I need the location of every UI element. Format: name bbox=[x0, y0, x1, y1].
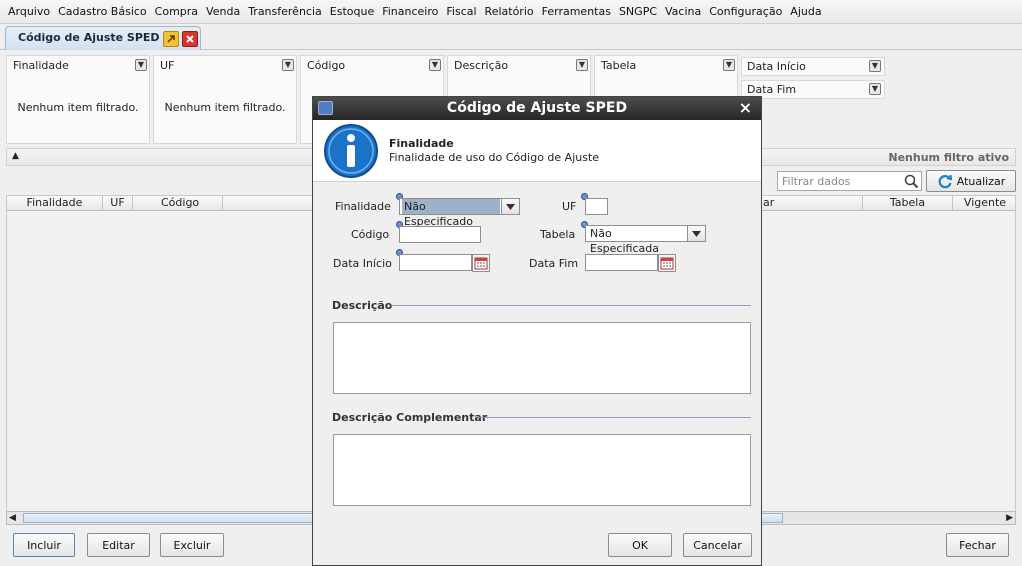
filter-icon[interactable]: ▼ bbox=[282, 59, 294, 71]
descricao-textarea[interactable] bbox=[333, 322, 751, 394]
descricao-section-title: Descrição bbox=[332, 299, 393, 312]
tabela-value: Não Especificada bbox=[590, 227, 659, 255]
menu-bar: Arquivo Cadastro Básico Compra Venda Tra… bbox=[0, 0, 1022, 24]
filter-title: Código bbox=[307, 59, 346, 72]
filter-title: Data Fim bbox=[747, 83, 797, 96]
tab-label: Código de Ajuste SPED bbox=[18, 31, 160, 44]
dialog-title-bar[interactable]: Código de Ajuste SPED × bbox=[313, 97, 761, 120]
filter-empty-text: Nenhum item filtrado. bbox=[17, 101, 139, 114]
filter-data-fim[interactable]: Data Fim ▼ bbox=[741, 80, 885, 99]
column-header-vigente[interactable]: Vigente bbox=[953, 196, 1017, 211]
column-header-finalidade[interactable]: Finalidade bbox=[7, 196, 103, 211]
refresh-label: Atualizar bbox=[956, 174, 1006, 188]
filter-title: UF bbox=[160, 59, 175, 72]
chevron-down-icon[interactable] bbox=[687, 226, 705, 241]
uf-label: UF bbox=[562, 200, 577, 213]
filter-finalidade[interactable]: Finalidade ▼ Nenhum item filtrado. bbox=[6, 55, 150, 144]
filter-title: Descrição bbox=[454, 59, 509, 72]
filter-status: Nenhum filtro ativo bbox=[888, 151, 1009, 164]
detach-icon[interactable] bbox=[163, 31, 179, 47]
filter-uf[interactable]: UF ▼ Nenhum item filtrado. bbox=[153, 55, 297, 144]
data-inicio-field[interactable] bbox=[399, 254, 472, 271]
menu-fiscal[interactable]: Fiscal bbox=[442, 5, 480, 18]
filter-icon[interactable]: ▼ bbox=[869, 60, 881, 72]
filter-icon[interactable]: ▼ bbox=[135, 59, 147, 71]
menu-financeiro[interactable]: Financeiro bbox=[378, 5, 442, 18]
menu-venda[interactable]: Venda bbox=[202, 5, 244, 18]
column-header-tabela[interactable]: Tabela bbox=[863, 196, 953, 211]
collapse-up-icon[interactable]: ▲ bbox=[12, 151, 19, 161]
filter-title: Data Início bbox=[747, 60, 806, 73]
finalidade-value: Não Especificado bbox=[402, 199, 500, 228]
uf-field[interactable] bbox=[585, 198, 608, 215]
close-button[interactable]: Fechar bbox=[946, 533, 1009, 557]
filter-title: Tabela bbox=[601, 59, 637, 72]
column-header-codigo[interactable]: Código bbox=[133, 196, 223, 211]
filter-title: Finalidade bbox=[13, 59, 69, 72]
finalidade-label: Finalidade bbox=[335, 200, 391, 213]
menu-transferencia[interactable]: Transferência bbox=[244, 5, 326, 18]
header-subtitle: Finalidade de uso do Código de Ajuste bbox=[389, 151, 600, 164]
refresh-icon bbox=[938, 174, 952, 189]
menu-vacina[interactable]: Vacina bbox=[661, 5, 705, 18]
search-placeholder: Filtrar dados bbox=[782, 175, 851, 188]
menu-ajuda[interactable]: Ajuda bbox=[786, 5, 825, 18]
cancel-button[interactable]: Cancelar bbox=[683, 533, 752, 557]
codigo-label: Código bbox=[351, 228, 390, 241]
dialog-title: Código de Ajuste SPED bbox=[446, 100, 628, 116]
info-icon bbox=[324, 124, 378, 178]
ok-button[interactable]: OK bbox=[608, 533, 672, 557]
section-divider bbox=[391, 305, 751, 306]
search-icon[interactable] bbox=[904, 174, 919, 189]
dialog-header: Finalidade Finalidade de uso do Código d… bbox=[313, 120, 761, 182]
menu-arquivo[interactable]: Arquivo bbox=[4, 5, 54, 18]
menu-relatorio[interactable]: Relatório bbox=[481, 5, 538, 18]
search-input[interactable]: Filtrar dados bbox=[777, 171, 922, 191]
tab-strip: Código de Ajuste SPED bbox=[0, 24, 1022, 50]
filter-icon[interactable]: ▼ bbox=[869, 83, 881, 95]
tab-codigo-ajuste-sped[interactable]: Código de Ajuste SPED bbox=[5, 26, 201, 50]
descricao-complementar-section-title: Descrição Complementar bbox=[332, 411, 488, 424]
filter-icon[interactable]: ▼ bbox=[723, 59, 735, 71]
chevron-down-icon[interactable] bbox=[501, 199, 519, 214]
edit-button[interactable]: Editar bbox=[87, 533, 150, 557]
filter-empty-text: Nenhum item filtrado. bbox=[164, 101, 286, 114]
header-title: Finalidade bbox=[389, 137, 454, 150]
menu-configuracao[interactable]: Configuração bbox=[705, 5, 786, 18]
menu-sngpc[interactable]: SNGPC bbox=[615, 5, 661, 18]
scroll-left-icon[interactable]: ◀ bbox=[9, 513, 16, 523]
calendar-icon[interactable] bbox=[658, 254, 676, 272]
data-fim-label: Data Fim bbox=[529, 257, 579, 270]
delete-button[interactable]: Excluir bbox=[160, 533, 224, 557]
codigo-field[interactable] bbox=[399, 226, 481, 243]
data-fim-field[interactable] bbox=[585, 254, 658, 271]
refresh-button[interactable]: Atualizar bbox=[926, 170, 1016, 192]
dialog-close-icon[interactable]: × bbox=[739, 98, 752, 117]
column-header-uf[interactable]: UF bbox=[103, 196, 133, 211]
dialog-codigo-ajuste: Código de Ajuste SPED × Finalidade Final… bbox=[312, 96, 762, 566]
menu-estoque[interactable]: Estoque bbox=[326, 5, 378, 18]
close-icon[interactable] bbox=[182, 31, 198, 47]
menu-cadastro-basico[interactable]: Cadastro Básico bbox=[54, 5, 151, 18]
calendar-icon[interactable] bbox=[472, 254, 490, 272]
finalidade-select[interactable]: Não Especificado bbox=[399, 198, 520, 228]
filter-icon[interactable]: ▼ bbox=[429, 59, 441, 71]
menu-ferramentas[interactable]: Ferramentas bbox=[538, 5, 615, 18]
descricao-complementar-textarea[interactable] bbox=[333, 434, 751, 506]
column-header-aplicar[interactable]: ar bbox=[763, 196, 863, 211]
tabela-label: Tabela bbox=[540, 228, 576, 241]
data-inicio-label: Data Início bbox=[333, 257, 392, 270]
include-button[interactable]: Incluir bbox=[13, 533, 75, 557]
section-divider bbox=[478, 417, 751, 418]
filter-data-inicio[interactable]: Data Início ▼ bbox=[741, 57, 885, 76]
filter-icon[interactable]: ▼ bbox=[576, 59, 588, 71]
tabela-select[interactable]: Não Especificada bbox=[585, 225, 706, 255]
scroll-right-icon[interactable]: ▶ bbox=[1006, 513, 1013, 523]
menu-compra[interactable]: Compra bbox=[151, 5, 202, 18]
